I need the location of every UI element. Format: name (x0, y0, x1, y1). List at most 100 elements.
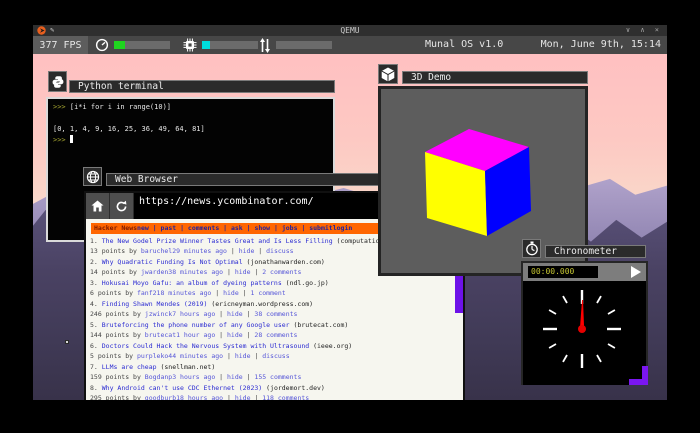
story-meta-line: 246 points by jzwinck7 hours ago | hide … (90, 310, 298, 318)
refresh-button[interactable] (110, 193, 134, 219)
cpu-chip-icon (183, 38, 197, 52)
story-link[interactable]: Why Quadratic Funding Is Not Optimal (102, 258, 243, 266)
meta-link[interactable]: 1 hour ago (176, 331, 215, 339)
story-title-line: 8. Why Android can't use CDC Ethernet (2… (90, 384, 325, 392)
chronometer-titlebar[interactable]: Chronometer (545, 245, 646, 258)
mouse-cursor (65, 340, 69, 344)
meta-link[interactable]: 3 hours ago (172, 373, 215, 381)
chronometer-clock (523, 281, 646, 385)
demo3d-titlebar[interactable]: 3D Demo (402, 71, 588, 84)
meta-link[interactable]: hide (235, 268, 251, 276)
clock-face (543, 290, 621, 368)
meta-link[interactable]: discuss (262, 352, 289, 360)
meta-link[interactable]: brutecat (145, 331, 176, 339)
meta-link[interactable]: 118 comments (262, 394, 309, 400)
meta-link[interactable]: purpleko4 (137, 352, 172, 360)
browser-app-icon[interactable] (83, 167, 102, 186)
meta-link[interactable]: 18 minutes ago (157, 289, 212, 297)
chronometer-window: 00:00.000 (521, 261, 648, 385)
meta-link[interactable]: hide (227, 331, 243, 339)
story-link[interactable]: Doctors Could Hack the Nervous System wi… (102, 342, 309, 350)
story-link[interactable]: Bruteforcing the phone number of any Goo… (102, 321, 290, 329)
meter-track (202, 41, 258, 49)
meter-fill (114, 41, 126, 49)
meta-link[interactable]: hide (235, 394, 251, 400)
python-app-icon[interactable] (48, 71, 67, 92)
meta-link[interactable]: fanf2 (137, 289, 157, 297)
browser-title: Web Browser (115, 174, 178, 185)
hn-logo[interactable]: Hacker News (94, 224, 137, 232)
memory-meter (183, 36, 258, 54)
meta-link[interactable]: Bogdanp (145, 373, 172, 381)
os-desktop: Python terminal >>> [i*i for i in range(… (33, 54, 667, 400)
meta-link[interactable]: hide (227, 373, 243, 381)
network-meter (259, 36, 332, 54)
resize-handle[interactable] (629, 366, 648, 385)
stopwatch-icon (525, 241, 538, 256)
meta-link[interactable]: 29 minutes ago (172, 247, 227, 255)
meta-link[interactable]: hide (223, 289, 239, 297)
story-title-line: 3. Hokusai Moyo Gafu: an album of dyeing… (90, 279, 329, 287)
terminal-titlebar[interactable]: Python terminal (69, 80, 335, 93)
gauge-icon (95, 38, 109, 52)
demo3d-title: 3D Demo (411, 72, 452, 83)
story-title-line: 5. Bruteforcing the phone number of any … (90, 321, 349, 329)
play-button[interactable] (631, 266, 641, 278)
os-statusbar: 377 FPS Munal OS v1.0 Mon, June 9th, 15:… (33, 36, 667, 54)
story-title-line: 6. Doctors Could Hack the Nervous System… (90, 342, 353, 350)
os-clock: Mon, June 9th, 15:14 (540, 39, 661, 50)
cube-icon (381, 67, 395, 81)
meta-link[interactable]: goodburb (145, 394, 176, 400)
meta-link[interactable]: 155 comments (254, 373, 301, 381)
hn-login-link[interactable]: login (333, 224, 353, 232)
meta-link[interactable]: 1 comment (251, 289, 286, 297)
transfer-arrows-icon (260, 37, 270, 53)
demo3d-app-icon[interactable] (378, 64, 398, 84)
chronometer-app-icon[interactable] (522, 239, 541, 258)
meter-track (276, 41, 332, 49)
story-meta-line: 6 points by fanf218 minutes ago | hide |… (90, 289, 286, 297)
meta-link[interactable]: hide (235, 352, 251, 360)
story-link[interactable]: Why Android can't use CDC Ethernet (2023… (102, 384, 262, 392)
meta-link[interactable]: hide (239, 247, 255, 255)
story-link[interactable]: The New Godel Prize Winner Tastes Great … (102, 237, 333, 245)
chronometer-display: 00:00.000 (528, 266, 598, 278)
story-meta-line: 159 points by Bogdanp3 hours ago | hide … (90, 373, 302, 381)
story-link[interactable]: LLMs are cheap (102, 363, 157, 371)
terminal-line: >>> (53, 135, 328, 146)
meta-link[interactable]: 2 comments (262, 268, 301, 276)
story-meta-line: 144 points by brutecat1 hour ago | hide … (90, 331, 298, 339)
terminal-cursor (69, 135, 73, 143)
qemu-titlebar[interactable]: QEMU ✎ ∨ ∧ × (33, 25, 667, 36)
chronometer-toolbar: 00:00.000 (523, 263, 646, 281)
globe-icon (86, 170, 99, 183)
story-link[interactable]: Hokusai Moyo Gafu: an album of dyeing pa… (102, 279, 282, 287)
window-controls[interactable]: ∨ ∧ × (626, 25, 662, 36)
meta-link[interactable]: 7 hours ago (172, 310, 215, 318)
terminal-line: >>> [i*i for i in range(10)] (53, 103, 172, 111)
story-meta-line: 295 points by goodburb18 hours ago | hid… (90, 394, 310, 400)
meta-link[interactable]: hide (227, 310, 243, 318)
meta-link[interactable]: 4 minutes ago (172, 352, 223, 360)
meta-link[interactable]: 38 comments (254, 310, 297, 318)
home-icon (91, 200, 104, 212)
story-title-line: 4. Finding Shawn Mendes (2019) (ericneym… (90, 300, 314, 308)
clock-hub (578, 325, 586, 333)
terminal-output: >>> [i*i for i in range(10)] [0, 1, 4, 9… (53, 102, 328, 146)
meter-fill (202, 41, 210, 49)
meta-link[interactable]: jwarden (141, 268, 168, 276)
pencil-icon: ✎ (50, 26, 55, 34)
meta-link[interactable]: 18 hours ago (176, 394, 223, 400)
qemu-title: QEMU (340, 26, 360, 35)
hn-nav-links[interactable]: new | past | comments | ask | show | job… (137, 224, 333, 232)
meta-link[interactable]: baruchel (141, 247, 172, 255)
home-button[interactable] (86, 193, 110, 219)
meta-link[interactable]: discuss (266, 247, 293, 255)
story-title-line: 7. LLMs are cheap (snellman.net) (90, 363, 216, 371)
meta-link[interactable]: 28 comments (254, 331, 297, 339)
story-link[interactable]: Finding Shawn Mendes (2019) (102, 300, 208, 308)
meta-link[interactable]: jzwinck (145, 310, 172, 318)
meta-link[interactable]: 38 minutes ago (168, 268, 223, 276)
python-logo-icon (52, 75, 63, 88)
